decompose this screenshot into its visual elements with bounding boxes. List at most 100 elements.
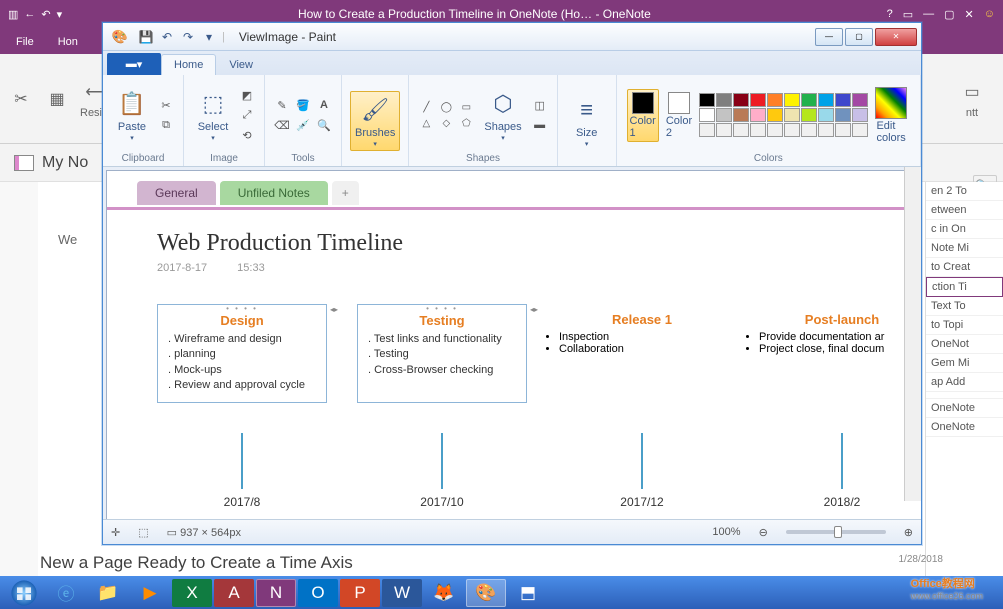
tab-home[interactable]: Hon: [52, 31, 84, 54]
shapes-gallery[interactable]: ╱◯▭△◇⬠: [417, 100, 475, 130]
tb-app[interactable]: ⬒: [508, 579, 548, 607]
fill-icon[interactable]: 🪣: [294, 97, 312, 113]
color-swatch[interactable]: [716, 108, 732, 122]
paste-button[interactable]: 📋Paste▾: [111, 85, 153, 145]
color-swatch[interactable]: [784, 108, 800, 122]
notebook-icon[interactable]: [14, 155, 34, 171]
pencil-icon[interactable]: ✎: [273, 97, 291, 113]
rotate-icon[interactable]: ⟲: [238, 127, 256, 143]
tab-home[interactable]: Home: [161, 54, 216, 75]
color-swatch[interactable]: [818, 108, 834, 122]
magnify-icon[interactable]: 🔍: [315, 117, 333, 133]
help-icon[interactable]: ?: [887, 8, 893, 21]
eraser-icon[interactable]: ⌫: [273, 117, 291, 133]
undo-icon[interactable]: ↶: [158, 28, 176, 46]
color-swatch[interactable]: [835, 123, 851, 137]
tb-ie[interactable]: ⓔ: [46, 579, 86, 607]
tab-file[interactable]: File: [10, 31, 40, 54]
page-list-item[interactable]: OneNote: [926, 418, 1003, 437]
undo-icon[interactable]: ↶: [41, 8, 50, 21]
color-swatch[interactable]: [801, 123, 817, 137]
maximize-button[interactable]: ▢: [845, 28, 873, 46]
copy-icon[interactable]: ⧉: [157, 117, 175, 133]
color-palette[interactable]: [699, 93, 868, 137]
page-list-item[interactable]: etween: [926, 201, 1003, 220]
tb-paint[interactable]: 🎨: [466, 579, 506, 607]
tb-firefox[interactable]: 🦊: [424, 579, 464, 607]
tb-media[interactable]: ▶: [130, 579, 170, 607]
page-list-item[interactable]: ap Add: [926, 373, 1003, 392]
tb-outlook[interactable]: O: [298, 579, 338, 607]
outline-icon[interactable]: ◫: [531, 97, 549, 113]
crop-icon[interactable]: ◩: [238, 87, 256, 103]
zoom-in-button[interactable]: ⊕: [904, 526, 913, 539]
tb-onenote[interactable]: N: [256, 579, 296, 607]
tb-explorer[interactable]: 📁: [88, 579, 128, 607]
vertical-scrollbar[interactable]: [904, 167, 921, 501]
color-swatch[interactable]: [733, 108, 749, 122]
tb-powerpoint[interactable]: P: [340, 579, 380, 607]
select-button[interactable]: ⬚Select▾: [192, 85, 234, 145]
close-icon[interactable]: ✕: [965, 8, 974, 21]
canvas[interactable]: General Unfiled Notes + Web Production T…: [107, 171, 921, 520]
close-button[interactable]: ✕: [875, 28, 917, 46]
edit-colors-button[interactable]: Edit colors: [872, 84, 910, 147]
zoom-out-button[interactable]: ⊖: [759, 526, 768, 539]
paint-canvas-area[interactable]: General Unfiled Notes + Web Production T…: [103, 167, 921, 520]
text-icon[interactable]: A: [315, 97, 333, 113]
color-swatch[interactable]: [750, 123, 766, 137]
color-swatch[interactable]: [852, 123, 868, 137]
page-list[interactable]: en 2 Toetweenc in OnNote Mito Creatction…: [925, 182, 1003, 576]
tb-word[interactable]: W: [382, 579, 422, 607]
resize-icon[interactable]: ⤢: [238, 107, 256, 123]
minimize-button[interactable]: —: [815, 28, 843, 46]
color-swatch[interactable]: [716, 93, 732, 107]
size-button[interactable]: ≡Size▾: [566, 91, 608, 151]
color-swatch[interactable]: [784, 123, 800, 137]
color-swatch[interactable]: [852, 93, 868, 107]
color-swatch[interactable]: [818, 123, 834, 137]
color-swatch[interactable]: [801, 93, 817, 107]
file-tab[interactable]: ▬▾: [107, 53, 161, 75]
start-button[interactable]: [4, 578, 44, 608]
color2-button[interactable]: Color 2: [663, 89, 695, 142]
grid-icon[interactable]: ▦: [44, 86, 70, 112]
color-swatch[interactable]: [716, 123, 732, 137]
color-swatch[interactable]: [767, 108, 783, 122]
page-list-item[interactable]: OneNote: [926, 399, 1003, 418]
page-list-item[interactable]: OneNot: [926, 335, 1003, 354]
color-swatch[interactable]: [699, 93, 715, 107]
maximize-icon[interactable]: ▢: [944, 8, 954, 21]
minimize-icon[interactable]: —: [923, 8, 934, 21]
page-list-item[interactable]: c in On: [926, 220, 1003, 239]
fill-shape-icon[interactable]: ▬: [531, 117, 549, 133]
color-swatch[interactable]: [784, 93, 800, 107]
notebook-name[interactable]: My No: [42, 154, 88, 172]
color-swatch[interactable]: [818, 93, 834, 107]
redo-icon[interactable]: ↷: [179, 28, 197, 46]
brushes-button[interactable]: 🖌Brushes▾: [350, 91, 400, 151]
smiley-icon[interactable]: ☺: [984, 8, 995, 21]
page-list-item[interactable]: ction Ti: [926, 277, 1003, 297]
shapes-button[interactable]: ⬡Shapes▾: [479, 85, 526, 145]
color-swatch[interactable]: [699, 123, 715, 137]
color1-button[interactable]: Color 1: [627, 89, 659, 142]
paint-titlebar[interactable]: 🎨 💾 ↶ ↷ ▾ | ViewImage - Paint — ▢ ✕: [103, 23, 921, 51]
qat-custom-icon[interactable]: ▾: [200, 28, 218, 46]
page-list-item[interactable]: [926, 392, 1003, 399]
page-list-item[interactable]: to Creat: [926, 258, 1003, 277]
color-swatch[interactable]: [835, 108, 851, 122]
color-swatch[interactable]: [767, 93, 783, 107]
taskbar[interactable]: ⓔ 📁 ▶ X A N O P W 🦊 🎨 ⬒: [0, 576, 1003, 609]
page-list-item[interactable]: to Topi: [926, 316, 1003, 335]
zoom-slider[interactable]: [786, 530, 886, 534]
page-list-item[interactable]: en 2 To: [926, 182, 1003, 201]
color-swatch[interactable]: [733, 93, 749, 107]
color-swatch[interactable]: [750, 108, 766, 122]
page-list-item[interactable]: Gem Mi: [926, 354, 1003, 373]
save-icon[interactable]: 💾: [137, 28, 155, 46]
page-list-item[interactable]: Note Mi: [926, 239, 1003, 258]
ribbon-opts-icon[interactable]: ▭: [903, 8, 913, 21]
cut-icon[interactable]: ✂: [8, 86, 34, 112]
color-swatch[interactable]: [767, 123, 783, 137]
